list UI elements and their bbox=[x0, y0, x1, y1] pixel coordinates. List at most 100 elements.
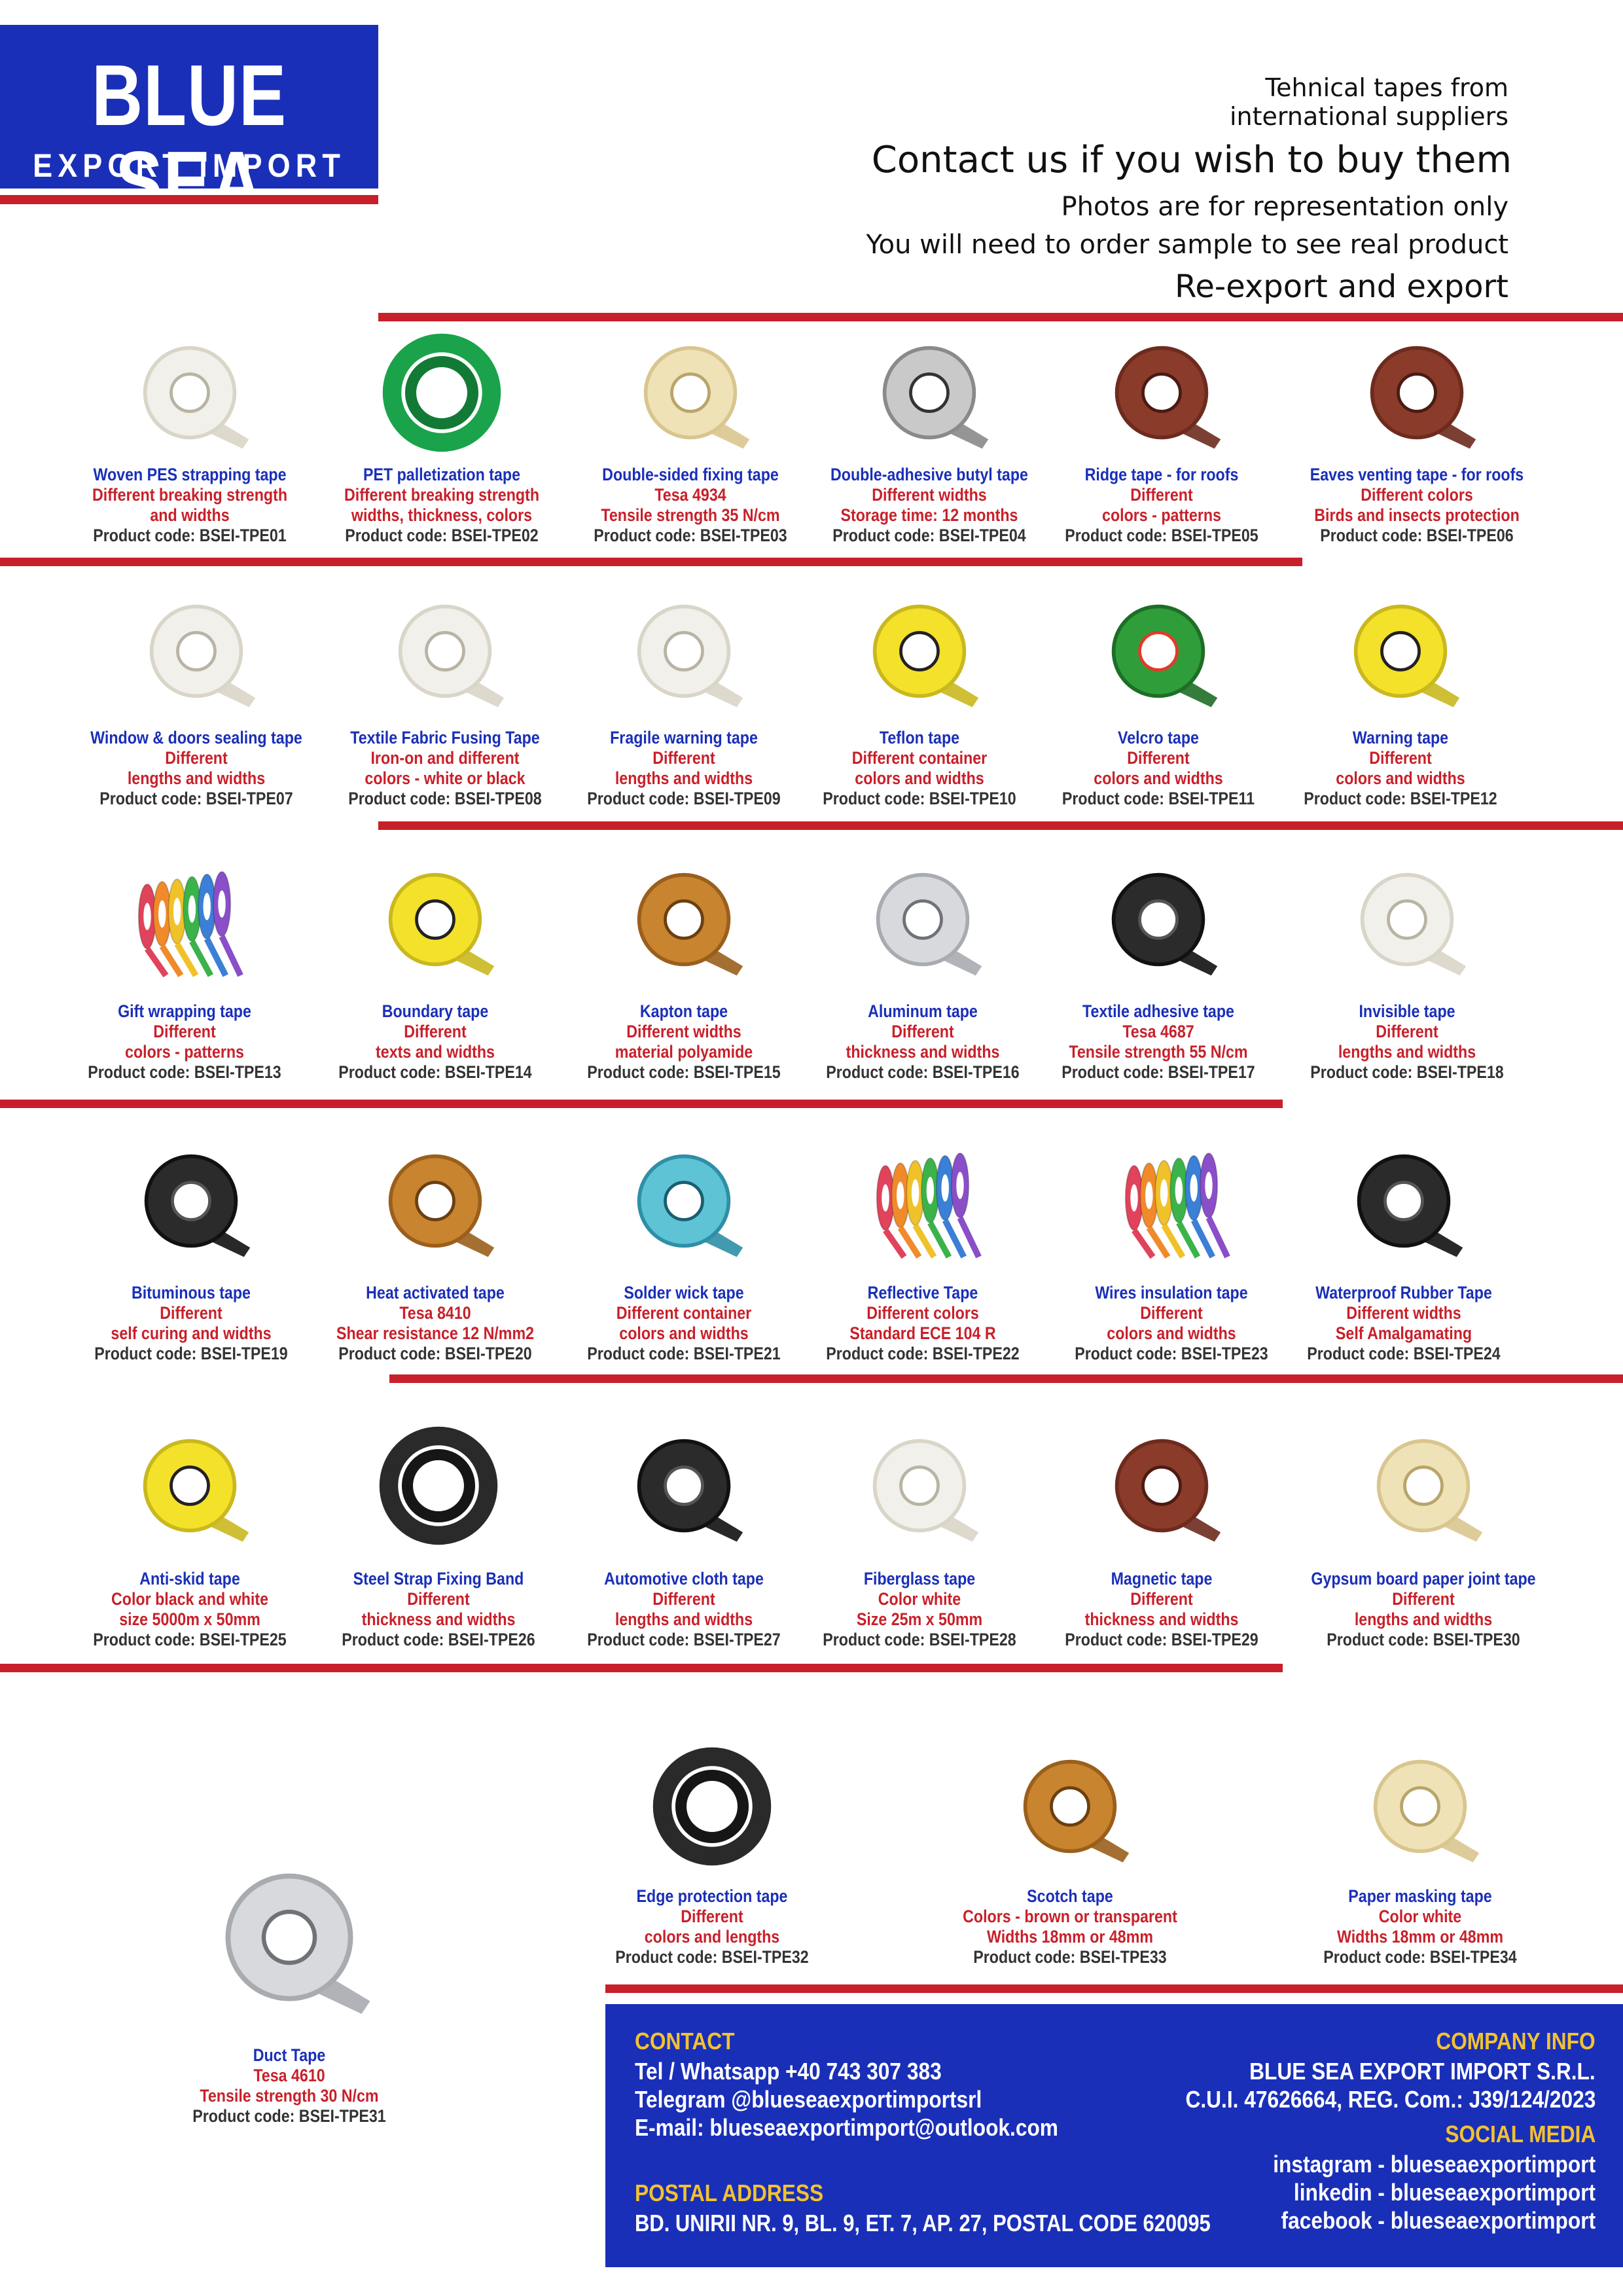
product-code: Product code: BSEI-TPE34 bbox=[1323, 1947, 1517, 1967]
product-detail: texts and widths bbox=[376, 1042, 495, 1062]
logo-line2: EXPORT IMPORT bbox=[33, 147, 346, 184]
white-roll-icon bbox=[872, 1439, 979, 1542]
header-line5: You will need to order sample to see rea… bbox=[866, 230, 1508, 260]
divider-line bbox=[389, 1374, 1623, 1383]
product-detail: Different bbox=[652, 748, 715, 768]
product-card: Heat activated tape Tesa 8410 Shear resist… bbox=[291, 1283, 579, 1364]
white-roll-icon bbox=[1360, 872, 1467, 976]
product-code: Product code: BSEI-TPE32 bbox=[615, 1947, 809, 1967]
cyan-spool-icon bbox=[637, 1154, 743, 1257]
product-image bbox=[622, 1139, 746, 1266]
company-registration: C.U.I. 47626664, REG. Com.: J39/124/2023 bbox=[1185, 2086, 1596, 2113]
contact-phone[interactable]: Tel / Whatsapp +40 743 307 383 bbox=[635, 2058, 942, 2085]
divider-line bbox=[0, 1664, 1283, 1672]
product-detail: lengths and widths bbox=[1338, 1042, 1476, 1062]
product-image bbox=[1096, 589, 1221, 717]
product-code: Product code: BSEI-TPE09 bbox=[587, 789, 781, 808]
product-name: Teflon tape bbox=[879, 728, 960, 747]
product-code: Product code: BSEI-TPE25 bbox=[93, 1630, 287, 1649]
amber-roll-icon bbox=[1023, 1759, 1130, 1863]
product-detail: colors - patterns bbox=[125, 1042, 244, 1062]
product-detail: Storage time: 12 months bbox=[840, 505, 1018, 525]
product-detail: Tesa 8410 bbox=[399, 1303, 471, 1323]
product-code: Product code: BSEI-TPE14 bbox=[338, 1062, 532, 1082]
product-image bbox=[857, 589, 982, 717]
product-image bbox=[1109, 1139, 1234, 1266]
product-detail: Different bbox=[153, 1022, 216, 1041]
brown-roll-icon bbox=[1115, 1439, 1221, 1542]
product-detail: Different breaking strength bbox=[344, 485, 540, 505]
product-card: Scotch tape Colors - brown or transparent… bbox=[926, 1886, 1214, 1967]
product-detail: Different bbox=[681, 1907, 743, 1926]
product-detail: colors and widths bbox=[1094, 768, 1223, 788]
contact-telegram[interactable]: Telegram @blueseaexportimportsrl bbox=[635, 2086, 982, 2113]
company-name: BLUE SEA EXPORT IMPORT S.R.L. bbox=[1249, 2058, 1596, 2085]
product-detail: Different bbox=[1127, 748, 1190, 768]
product-code: Product code: BSEI-TPE31 bbox=[192, 2106, 386, 2126]
social-linkedin[interactable]: linkedin - blueseaexportimport bbox=[1294, 2179, 1596, 2206]
product-detail: Different bbox=[407, 1589, 470, 1609]
product-image bbox=[1355, 331, 1479, 458]
black-roll-icon bbox=[637, 1439, 743, 1542]
company-logo: BLUE SEA EXPORT IMPORT bbox=[0, 25, 378, 225]
product-code: Product code: BSEI-TPE08 bbox=[348, 789, 542, 808]
product-name: Heat activated tape bbox=[366, 1283, 505, 1302]
product-image bbox=[861, 1139, 985, 1266]
product-image bbox=[1345, 857, 1469, 985]
product-card: Invisible tape Different lengths and width… bbox=[1263, 1001, 1551, 1083]
product-name: Warning tape bbox=[1352, 728, 1449, 747]
yellow-roll-icon bbox=[143, 1439, 249, 1542]
product-detail: Different bbox=[1140, 1303, 1203, 1323]
product-name: Double-sided fixing tape bbox=[602, 465, 779, 484]
product-detail: Tesa 4934 bbox=[654, 485, 726, 505]
header-line1: Tehnical tapes from bbox=[1265, 73, 1508, 102]
product-detail: thickness and widths bbox=[846, 1042, 1000, 1062]
product-image bbox=[128, 331, 252, 458]
product-code: Product code: BSEI-TPE16 bbox=[826, 1062, 1020, 1082]
product-name: Fiberglass tape bbox=[863, 1569, 976, 1588]
product-image bbox=[376, 1424, 501, 1551]
product-code: Product code: BSEI-TPE20 bbox=[338, 1344, 532, 1363]
product-code: Product code: BSEI-TPE29 bbox=[1065, 1630, 1258, 1649]
social-instagram[interactable]: instagram - blueseaexportimport bbox=[1273, 2151, 1596, 2178]
product-detail: Different bbox=[1392, 1589, 1455, 1609]
contact-email[interactable]: E-mail: blueseaexportimport@outlook.com bbox=[635, 2114, 1058, 2142]
product-name: Scotch tape bbox=[1027, 1886, 1113, 1906]
social-facebook[interactable]: facebook - blueseaexportimport bbox=[1281, 2207, 1596, 2234]
product-detail: Different widths bbox=[1346, 1303, 1461, 1323]
product-detail: colors and lengths bbox=[644, 1927, 780, 1946]
header-headline: Contact us if you wish to buy them bbox=[871, 139, 1512, 181]
product-code: Product code: BSEI-TPE06 bbox=[1320, 526, 1514, 545]
product-image bbox=[861, 857, 985, 985]
product-image bbox=[1099, 1424, 1224, 1551]
product-name: Boundary tape bbox=[382, 1001, 489, 1021]
product-image bbox=[1008, 1744, 1132, 1872]
product-detail: lengths and widths bbox=[615, 1609, 753, 1629]
product-image bbox=[128, 1424, 252, 1551]
black-roll-icon bbox=[1111, 872, 1218, 976]
product-detail: colors and widths bbox=[855, 768, 984, 788]
product-card: Textile adhesive tape Tesa 4687 Tensile st… bbox=[1014, 1001, 1302, 1083]
product-detail: and widths bbox=[150, 505, 230, 525]
divider-line bbox=[0, 558, 1302, 566]
product-detail: Tensile strength 55 N/cm bbox=[1069, 1042, 1248, 1062]
product-detail: material polyamide bbox=[615, 1042, 753, 1062]
product-code: Product code: BSEI-TPE04 bbox=[832, 526, 1026, 545]
product-detail: Different bbox=[165, 748, 228, 768]
product-image bbox=[650, 1744, 774, 1872]
amber-roll-icon bbox=[388, 1154, 495, 1257]
product-image bbox=[373, 1139, 497, 1266]
product-detail: Different bbox=[1130, 1589, 1193, 1609]
social-heading: SOCIAL MEDIA bbox=[1445, 2121, 1596, 2147]
multi-rolls-icon bbox=[1124, 1152, 1230, 1259]
multi-rolls-icon bbox=[876, 1152, 982, 1259]
product-detail: Colors - brown or transparent bbox=[963, 1907, 1177, 1926]
product-detail: Tesa 4687 bbox=[1122, 1022, 1194, 1041]
product-detail: Birds and insects protection bbox=[1314, 505, 1520, 525]
amber-roll-icon bbox=[637, 872, 743, 976]
grey-roll-icon bbox=[882, 346, 989, 449]
product-image bbox=[1358, 1744, 1482, 1872]
contact-panel: CONTACT Tel / Whatsapp +40 743 307 383 T… bbox=[605, 2004, 1623, 2267]
product-name: Double-adhesive butyl tape bbox=[830, 465, 1028, 484]
product-detail: Color white bbox=[1378, 1907, 1462, 1926]
